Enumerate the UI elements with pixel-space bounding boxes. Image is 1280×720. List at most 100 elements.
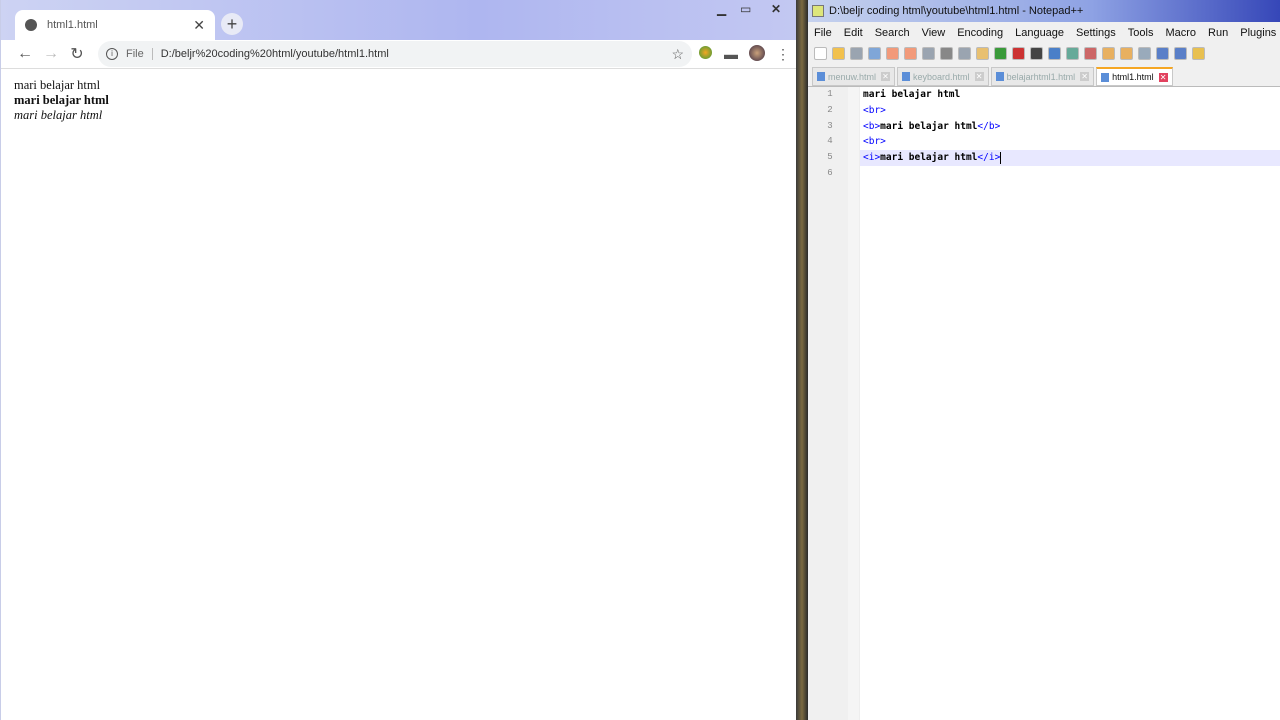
- menu-encoding[interactable]: Encoding: [951, 27, 1009, 39]
- tab-label: keyboard.html: [913, 71, 970, 82]
- address-bar[interactable]: i File D:/beljr%20coding%20html/youtube/…: [98, 41, 692, 67]
- menu-file[interactable]: File: [808, 27, 838, 39]
- save-all-icon[interactable]: [868, 46, 881, 60]
- menu-macro[interactable]: Macro: [1159, 27, 1202, 39]
- open-icon[interactable]: [832, 46, 845, 60]
- window-divider: [796, 0, 808, 720]
- file-icon: [817, 72, 825, 81]
- tab-belajarhtml1-html[interactable]: belajarhtml1.html ✕: [990, 67, 1095, 86]
- extension-globe-icon[interactable]: [692, 46, 718, 62]
- replace-icon[interactable]: [1048, 46, 1061, 60]
- close-tab-icon[interactable]: ✕: [193, 17, 205, 34]
- sync-h-icon[interactable]: [1120, 46, 1133, 60]
- menu-view[interactable]: View: [916, 27, 952, 39]
- tab-title: html1.html: [47, 19, 98, 31]
- globe-icon: [25, 19, 37, 31]
- print-icon[interactable]: [922, 46, 935, 60]
- browser-tab[interactable]: html1.html ✕: [15, 10, 215, 40]
- menu-bar: File Edit Search View Encoding Language Settin…: [808, 22, 1280, 43]
- maximize-button[interactable]: ▭: [740, 2, 751, 16]
- notepad-app-icon: [812, 5, 824, 17]
- forward-icon[interactable]: →: [38, 45, 64, 63]
- star-icon[interactable]: ☆: [671, 46, 684, 63]
- tab-html1-html[interactable]: html1.html ✕: [1096, 67, 1173, 86]
- minimize-button[interactable]: ▁: [717, 2, 726, 16]
- sync-v-icon[interactable]: [1102, 46, 1115, 60]
- find-icon[interactable]: [1030, 46, 1043, 60]
- close-tab-icon[interactable]: ✕: [881, 72, 891, 81]
- line-number: 2: [827, 104, 833, 115]
- new-tab-button[interactable]: +: [221, 13, 243, 35]
- line-number: 6: [827, 167, 833, 178]
- code-line: <br>: [860, 134, 1280, 150]
- browser-tabstrip: html1.html ✕ + ▁ ▭ ✕: [1, 0, 796, 40]
- code-line: <i>mari belajar html</i>: [860, 150, 1280, 166]
- paste-icon[interactable]: [976, 46, 989, 60]
- italic-text: mari belajar html: [14, 108, 103, 122]
- reload-icon[interactable]: ↻: [64, 44, 90, 64]
- zoom-out-icon[interactable]: [1084, 46, 1097, 60]
- file-icon: [1101, 72, 1110, 82]
- html-tag: </i>: [977, 152, 1001, 164]
- close-tab-icon[interactable]: ✕: [1080, 72, 1090, 81]
- close-all-icon[interactable]: [904, 46, 917, 60]
- line-number: 1: [827, 89, 833, 99]
- line-number: 5: [827, 152, 833, 163]
- menu-tools[interactable]: Tools: [1122, 27, 1160, 39]
- avatar[interactable]: [744, 44, 770, 64]
- indent-guide-icon[interactable]: [1174, 46, 1187, 60]
- file-icon: [995, 72, 1004, 81]
- browser-window: html1.html ✕ + ▁ ▭ ✕ ← → ↻ i File D:/bel…: [0, 0, 796, 720]
- wrap-icon[interactable]: [1138, 46, 1151, 60]
- undo-icon[interactable]: [994, 46, 1007, 60]
- line-numbers: 1 2 3 4 5 6: [810, 87, 848, 720]
- show-all-chars-icon[interactable]: [1156, 46, 1169, 60]
- cut-icon[interactable]: [940, 46, 953, 60]
- plain-text: mari belajar html: [14, 78, 101, 92]
- code-area[interactable]: mari belajar html <br> <b>mari belajar htm…: [860, 87, 1280, 720]
- html-tag: <i>: [863, 152, 881, 164]
- close-tab-icon[interactable]: ✕: [974, 72, 984, 81]
- line-number: 3: [827, 120, 833, 131]
- doc-map-icon[interactable]: [1192, 46, 1205, 60]
- text-cursor: [1000, 151, 1002, 164]
- menu-dots-icon[interactable]: ⋮: [770, 46, 796, 63]
- html-tag: <br>: [863, 104, 886, 116]
- title-bar: D:\beljr coding html\youtube\html1.html …: [808, 0, 1280, 22]
- new-icon[interactable]: [814, 46, 827, 60]
- save-icon[interactable]: [850, 46, 863, 60]
- code-line: mari belajar html: [860, 87, 1280, 103]
- code-text: mari belajar html: [880, 120, 978, 132]
- zoom-in-icon[interactable]: [1066, 46, 1079, 60]
- html-tag: </b>: [977, 120, 1001, 132]
- fold-margin: [848, 87, 860, 720]
- menu-settings[interactable]: Settings: [1070, 27, 1122, 39]
- copy-icon[interactable]: [958, 46, 971, 60]
- close-window-button[interactable]: ✕: [771, 2, 781, 16]
- code-editor[interactable]: 123456 mari belajar html <br> <b>mari bela…: [810, 87, 1280, 720]
- url-text: D:/beljr%20coding%20html/youtube/html1.h…: [160, 48, 389, 60]
- tab-label: menuw.html: [828, 71, 877, 82]
- menu-run[interactable]: Run: [1202, 27, 1234, 39]
- toolbar: [808, 43, 1280, 63]
- tab-keyboard-html[interactable]: keyboard.html ✕: [897, 67, 989, 86]
- menu-language[interactable]: Language: [1009, 27, 1070, 39]
- back-icon[interactable]: ←: [12, 45, 38, 63]
- tab-label: belajarhtml1.html: [1006, 71, 1076, 82]
- bold-text: mari belajar html: [14, 93, 109, 107]
- close-icon[interactable]: [886, 46, 899, 60]
- info-icon[interactable]: i: [106, 48, 118, 60]
- html-tag: <b>: [863, 120, 881, 132]
- redo-icon[interactable]: [1012, 46, 1025, 60]
- code-line: <b>mari belajar html</b>: [860, 119, 1280, 135]
- menu-plugins[interactable]: Plugins: [1234, 27, 1280, 39]
- menu-search[interactable]: Search: [869, 27, 916, 39]
- tab-menuw-html[interactable]: menuw.html ✕: [812, 67, 896, 86]
- window-title: D:\beljr coding html\youtube\html1.html …: [829, 5, 1084, 17]
- code-line: <br>: [860, 103, 1280, 119]
- close-tab-icon[interactable]: ✕: [1158, 72, 1168, 82]
- extension-glasses-icon[interactable]: ▬: [718, 46, 744, 62]
- menu-edit[interactable]: Edit: [838, 27, 869, 39]
- notepad-window: D:\beljr coding html\youtube\html1.html …: [808, 0, 1280, 720]
